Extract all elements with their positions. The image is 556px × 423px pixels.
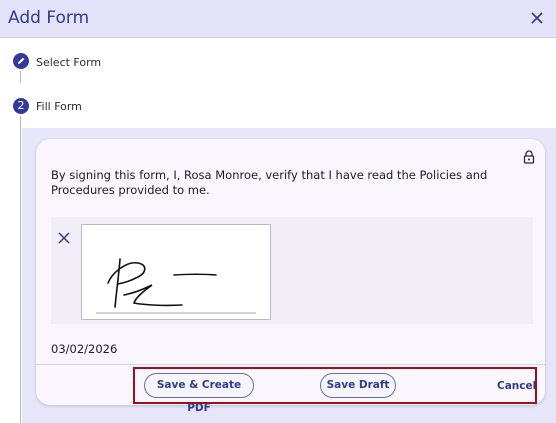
dialog-header: Add Form [0,0,556,38]
verification-statement: By signing this form, I, Rosa Monroe, ve… [51,168,488,197]
signature-canvas[interactable] [81,224,271,320]
step-connector [20,71,21,83]
step-2-marker: 2 [13,98,29,114]
actions-divider [36,364,545,365]
dialog-title: Add Form [8,8,90,28]
step-connector [20,116,21,128]
step-1-marker [13,53,29,69]
lock-icon [523,150,535,164]
signature-date: 03/02/2026 [51,342,118,356]
signature-drawing [96,258,256,314]
clear-signature-icon[interactable] [58,232,70,244]
form-stepper: Select Form 2 Fill Form [0,38,556,128]
step-content-line [20,128,21,423]
step-2-label[interactable]: Fill Form [36,100,82,113]
pencil-icon [18,57,25,64]
close-icon[interactable] [527,8,547,28]
actions-highlight-box [133,367,537,404]
step-1-label[interactable]: Select Form [36,56,101,69]
